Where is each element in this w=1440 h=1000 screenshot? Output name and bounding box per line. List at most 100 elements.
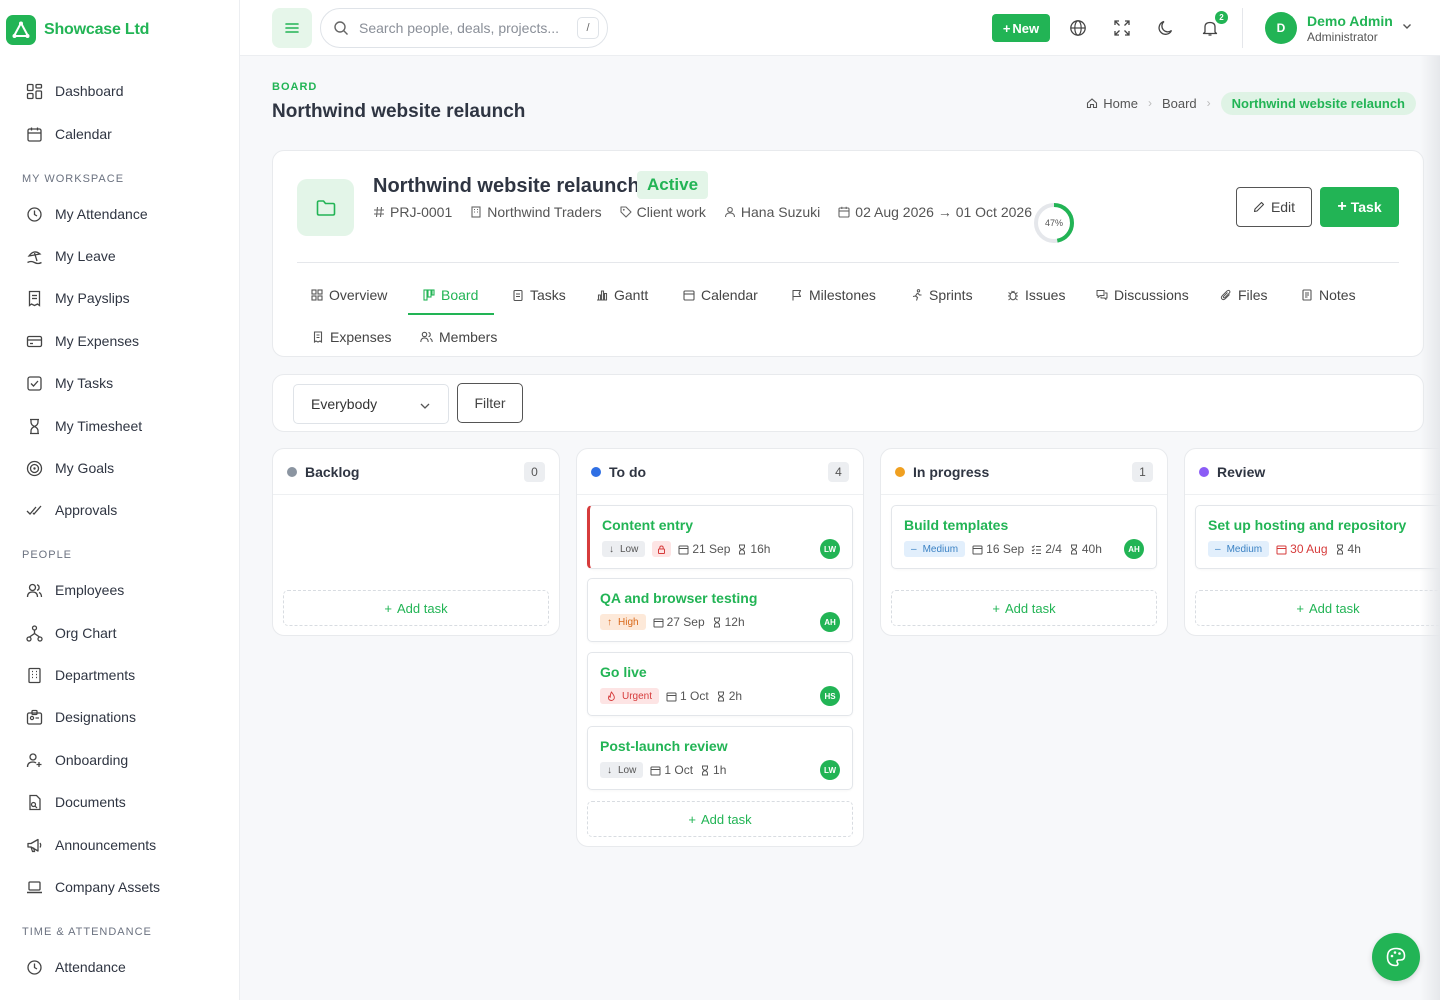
theme-toggle-button[interactable]: [1154, 16, 1178, 40]
sidebar-item-my-expenses[interactable]: My Expenses: [26, 331, 139, 351]
sidebar-section-title: MY WORKSPACE: [22, 173, 125, 185]
tab-sprints[interactable]: Sprints: [911, 285, 973, 305]
assignee-avatar[interactable]: LW: [820, 760, 840, 780]
card-divider: [297, 262, 1399, 263]
add-task-link[interactable]: + Add task: [1195, 590, 1440, 626]
add-task-button[interactable]: + Task: [1320, 187, 1399, 227]
sidebar-item-approvals[interactable]: Approvals: [26, 500, 117, 520]
laptop-icon: [26, 879, 43, 896]
task-card[interactable]: Content entry ↓ Low 21 Sep 16h LW: [587, 505, 853, 569]
assignee-avatar[interactable]: LW: [820, 539, 840, 559]
tab-files[interactable]: Files: [1220, 285, 1268, 305]
credit-card-icon: [26, 333, 43, 350]
theme-customizer-button[interactable]: [1372, 933, 1420, 981]
brand[interactable]: Showcase Ltd: [6, 15, 149, 45]
priority-badge: – Medium: [1208, 541, 1270, 557]
menu-toggle-button[interactable]: [272, 8, 312, 48]
column-status-dot: [287, 467, 297, 477]
sidebar-item-my-timesheet[interactable]: My Timesheet: [26, 416, 142, 436]
filter-button[interactable]: Filter: [457, 383, 523, 423]
column-status-dot: [1199, 467, 1209, 477]
search-box: /: [320, 8, 608, 48]
locked-badge: [652, 541, 672, 557]
task-card[interactable]: Post-launch review ↓ Low 1 Oct 1h LW: [587, 726, 853, 790]
task-title[interactable]: Build templates: [904, 517, 1008, 533]
sidebar-item-my-leave[interactable]: My Leave: [26, 246, 116, 266]
priority-label: Low: [620, 543, 639, 555]
assignee-avatar[interactable]: AH: [820, 612, 840, 632]
tab-issues[interactable]: Issues: [1007, 285, 1065, 305]
task-meta: – Medium 16 Sep 2/4 40h: [904, 541, 1102, 557]
task-title[interactable]: QA and browser testing: [600, 590, 757, 606]
sidebar-item-designations[interactable]: Designations: [26, 707, 136, 727]
tab-label: Expenses: [330, 329, 392, 345]
sidebar-item-my-attendance[interactable]: My Attendance: [26, 204, 148, 224]
tab-board[interactable]: Board: [423, 285, 478, 305]
tab-discussions[interactable]: Discussions: [1096, 285, 1189, 305]
sidebar-item-org-chart[interactable]: Org Chart: [26, 623, 116, 643]
task-title[interactable]: Content entry: [602, 517, 693, 533]
pencil-icon: [1253, 201, 1265, 213]
sidebar-item-my-tasks[interactable]: My Tasks: [26, 373, 113, 393]
hourglass-icon: [26, 418, 43, 435]
add-task-link[interactable]: + Add task: [283, 590, 549, 626]
sidebar-item-attendance[interactable]: Attendance: [26, 957, 126, 977]
tab-tasks[interactable]: Tasks: [512, 285, 566, 305]
sidebar-item-my-goals[interactable]: My Goals: [26, 458, 114, 478]
user-name[interactable]: Demo Admin: [1307, 13, 1393, 29]
chevron-down-icon[interactable]: [1401, 20, 1413, 32]
search-input[interactable]: [359, 20, 569, 36]
hourglass-icon: [1335, 544, 1345, 555]
tab-gantt[interactable]: Gantt: [596, 285, 648, 305]
sidebar-section-title: TIME & ATTENDANCE: [22, 926, 152, 938]
tab-members[interactable]: Members: [420, 327, 497, 347]
task-card[interactable]: Build templates – Medium 16 Sep 2/4 40h: [891, 505, 1157, 569]
hourglass-icon: [700, 765, 710, 776]
sidebar-item-announcements[interactable]: Announcements: [26, 835, 156, 855]
new-button[interactable]: + New: [992, 14, 1050, 42]
column-backlog: Backlog 0 + Add task: [272, 448, 560, 636]
sidebar-item-calendar[interactable]: Calendar: [26, 124, 112, 144]
sidebar-item-documents[interactable]: Documents: [26, 792, 126, 812]
tab-expenses[interactable]: Expenses: [312, 327, 391, 347]
task-card[interactable]: Go live Urgent 1 Oct 2h HS: [587, 652, 853, 716]
palette-icon: [1385, 946, 1407, 968]
add-task-link[interactable]: + Add task: [587, 801, 853, 837]
sidebar-item-onboarding[interactable]: Onboarding: [26, 750, 128, 770]
task-due-date-overdue: 30 Aug: [1276, 542, 1328, 556]
tab-label: Members: [439, 329, 498, 345]
project-meta: PRJ-0001 Northwind Traders Client work H…: [373, 204, 1032, 220]
task-title[interactable]: Post-launch review: [600, 738, 728, 754]
sidebar-item-company-assets[interactable]: Company Assets: [26, 877, 160, 897]
tab-milestones[interactable]: Milestones: [791, 285, 876, 305]
assignee-select[interactable]: Everybody: [293, 384, 449, 424]
tab-overview[interactable]: Overview: [311, 285, 387, 305]
grid-icon: [311, 289, 323, 301]
arrow-down-icon: ↓: [607, 764, 612, 776]
plus-icon: +: [1002, 20, 1011, 36]
breadcrumb-home[interactable]: Home: [1086, 96, 1138, 111]
breadcrumb-board[interactable]: Board: [1162, 96, 1197, 111]
task-card[interactable]: Set up hosting and repository – Medium 3…: [1195, 505, 1440, 569]
fullscreen-icon: [1113, 19, 1131, 37]
assignee-avatar[interactable]: HS: [820, 686, 840, 706]
task-title[interactable]: Set up hosting and repository: [1208, 517, 1406, 533]
task-meta: – Medium 30 Aug 4h: [1208, 541, 1361, 557]
task-title[interactable]: Go live: [600, 664, 647, 680]
filter-bar: Everybody Filter: [272, 374, 1424, 432]
fullscreen-button[interactable]: [1110, 16, 1134, 40]
tab-notes[interactable]: Notes: [1301, 285, 1356, 305]
edit-button[interactable]: Edit: [1236, 187, 1312, 227]
task-card[interactable]: QA and browser testing ↑ High 27 Sep 12h…: [587, 578, 853, 642]
assignee-avatar[interactable]: AH: [1124, 539, 1144, 559]
sidebar-item-label: Documents: [55, 794, 126, 810]
sidebar-item-employees[interactable]: Employees: [26, 580, 124, 600]
user-avatar[interactable]: D: [1265, 12, 1297, 44]
sidebar-item-dashboard[interactable]: Dashboard: [26, 81, 124, 101]
add-task-link[interactable]: + Add task: [891, 590, 1157, 626]
tab-calendar[interactable]: Calendar: [683, 285, 758, 305]
sidebar-item-my-payslips[interactable]: My Payslips: [26, 288, 130, 308]
language-button[interactable]: [1066, 16, 1090, 40]
sidebar-item-departments[interactable]: Departments: [26, 665, 135, 685]
task-date-text: 30 Aug: [1290, 542, 1328, 556]
